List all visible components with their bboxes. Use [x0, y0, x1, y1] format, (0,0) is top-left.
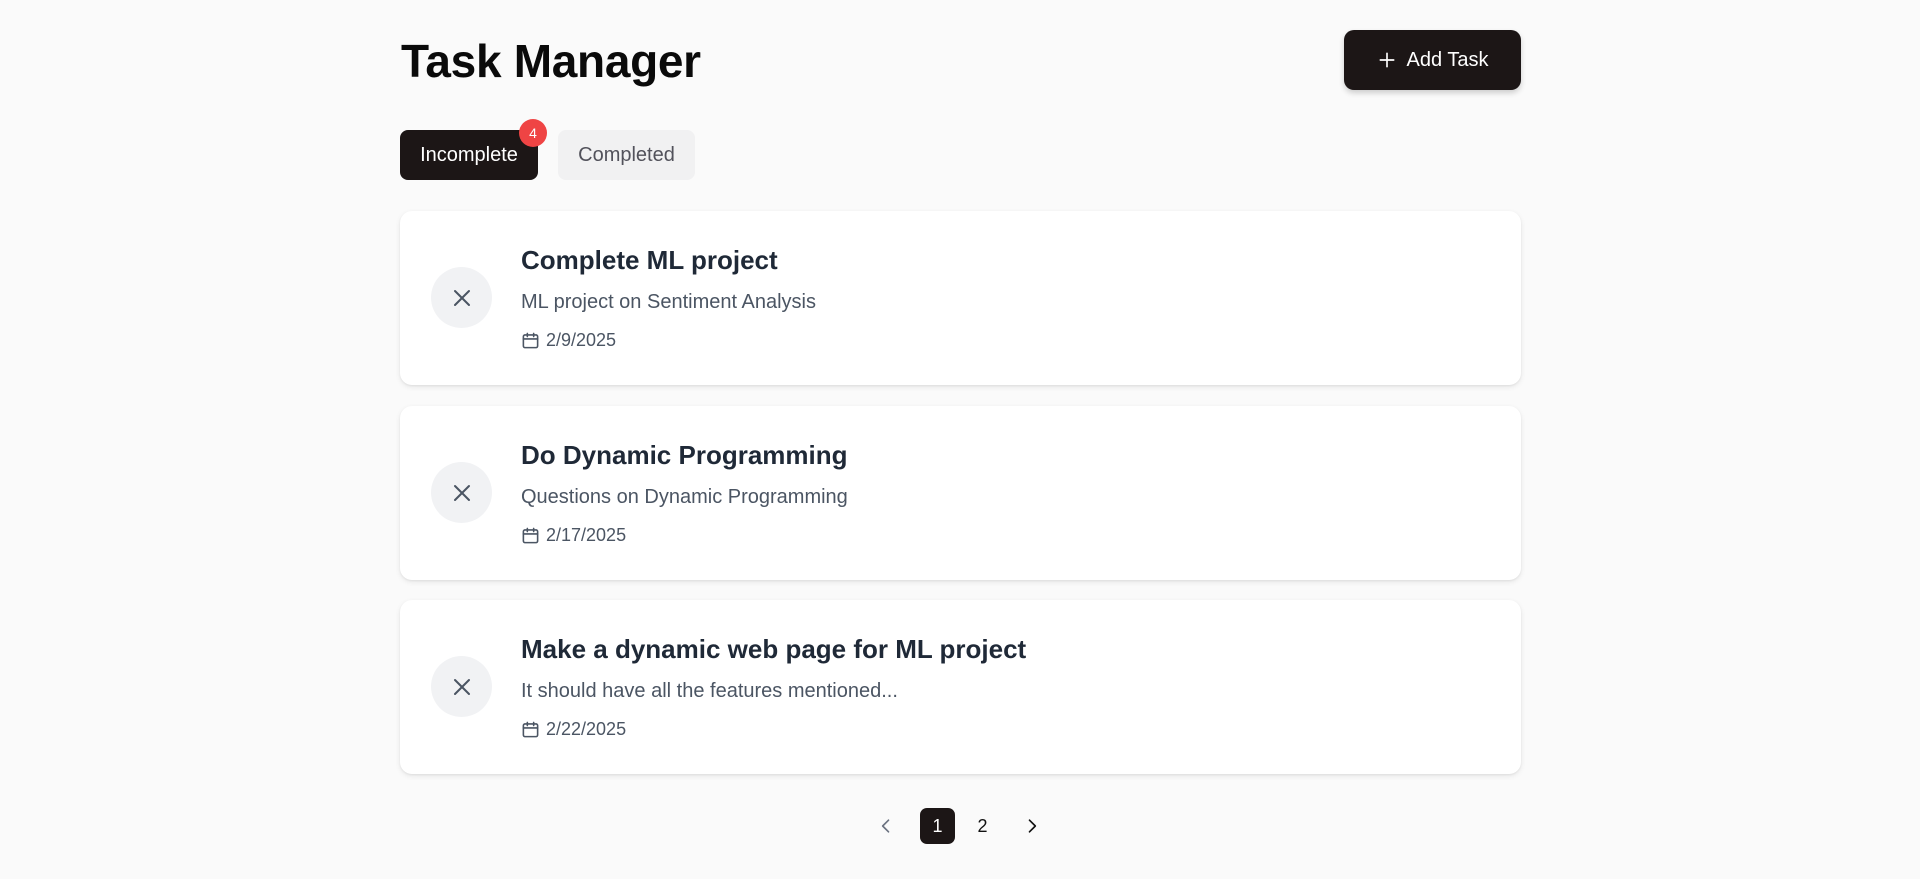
calendar-icon: [522, 721, 539, 737]
task-date-text: 2/9/2025: [546, 329, 617, 350]
prev-page-button[interactable]: [868, 808, 904, 844]
close-icon: [453, 289, 470, 306]
page-title: Task Manager: [401, 35, 701, 87]
task-card: Do Dynamic Programming Questions on Dyna…: [400, 406, 1521, 580]
pagination: 1 2: [400, 808, 1521, 844]
header: Task Manager Add Task: [400, 30, 1521, 90]
tab-completed-label: Completed: [578, 143, 675, 166]
task-card: Complete ML project ML project on Sentim…: [400, 211, 1521, 385]
incomplete-count-badge: 4: [519, 119, 547, 147]
task-status-toggle[interactable]: [431, 267, 492, 328]
close-icon: [453, 678, 470, 695]
tab-incomplete-label: Incomplete: [420, 143, 518, 166]
task-title: Make a dynamic web page for ML project: [521, 634, 1027, 664]
page-button-2[interactable]: 2: [965, 808, 1000, 844]
task-title: Complete ML project: [521, 245, 778, 275]
chevron-left-icon: [881, 819, 890, 833]
task-date-text: 2/17/2025: [546, 524, 627, 545]
page-button-1[interactable]: 1: [920, 808, 955, 844]
task-description: ML project on Sentiment Analysis: [521, 291, 816, 313]
tab-incomplete[interactable]: Incomplete: [400, 130, 538, 180]
next-page-button[interactable]: [1014, 808, 1050, 844]
task-due-date: 2/22/2025: [521, 718, 626, 740]
add-task-label: Add Task: [1406, 48, 1489, 71]
calendar-icon: [522, 527, 539, 543]
close-icon: [453, 484, 470, 501]
calendar-icon: [522, 332, 539, 348]
task-date-text: 2/22/2025: [546, 718, 627, 739]
add-task-button[interactable]: Add Task: [1344, 30, 1521, 90]
chevron-right-icon: [1028, 819, 1037, 833]
plus-icon: [1379, 52, 1395, 68]
app-container: Task Manager Add Task Incomplete 4 Compl…: [400, 0, 1521, 879]
task-description: It should have all the features mentione…: [521, 680, 898, 702]
task-status-toggle[interactable]: [431, 656, 492, 717]
task-due-date: 2/17/2025: [521, 524, 626, 546]
task-title: Do Dynamic Programming: [521, 440, 848, 470]
task-status-toggle[interactable]: [431, 462, 492, 523]
tab-completed[interactable]: Completed: [558, 130, 695, 180]
task-due-date: 2/9/2025: [521, 329, 616, 351]
task-description: Questions on Dynamic Programming: [521, 486, 848, 508]
task-card: Make a dynamic web page for ML project I…: [400, 600, 1521, 774]
